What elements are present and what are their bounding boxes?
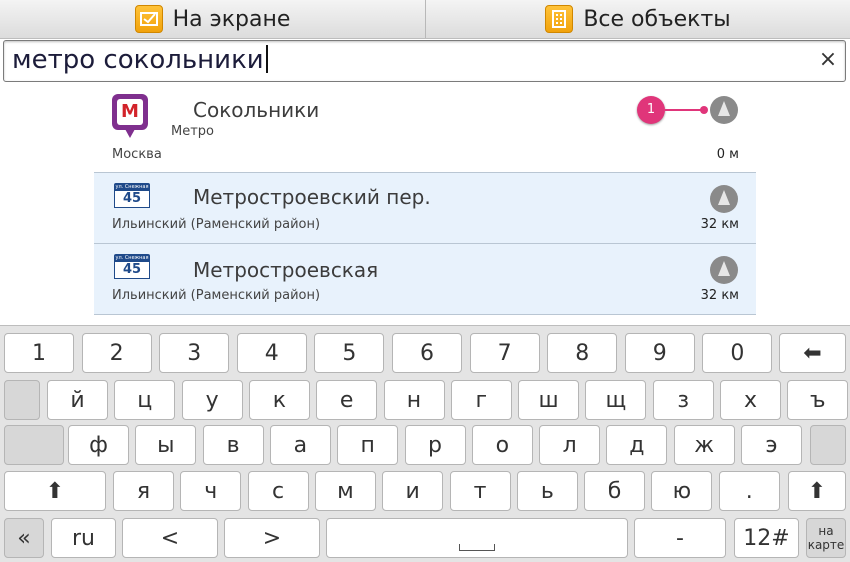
shift-key[interactable]: ⬆ [4,471,106,511]
key-0[interactable]: 0 [702,333,773,373]
on-map-line1: на [818,524,834,538]
key-л[interactable]: л [539,425,601,465]
key-г[interactable]: г [450,380,512,420]
key-2[interactable]: 2 [81,333,152,373]
key-3[interactable]: 3 [159,333,230,373]
key-ю[interactable]: ю [651,471,713,511]
dash-key[interactable]: - [634,518,726,558]
tab-on-screen-label: На экране [172,6,291,32]
key-5[interactable]: 5 [314,333,385,373]
key-ы[interactable]: ы [135,425,197,465]
key-к[interactable]: к [248,380,310,420]
key-6[interactable]: 6 [392,333,462,373]
key-д[interactable]: д [606,425,668,465]
envelope-check-icon [134,5,163,33]
key-spacer[interactable] [4,425,64,465]
key-ш[interactable]: ш [518,380,580,420]
tab-all-objects-label: Все объекты [583,6,731,32]
text-caret [265,45,268,73]
metro-icon: М [112,94,148,138]
key-о[interactable]: о [471,425,533,465]
key-spacer[interactable] [4,380,40,420]
key-б[interactable]: б [584,471,646,511]
callout-badge: 1 [637,96,665,124]
clear-icon[interactable]: × [817,49,839,71]
result-distance: 32 км [700,217,739,232]
on-map-line2: карте [807,538,845,552]
navigate-icon[interactable] [710,256,738,284]
key-з[interactable]: з [652,380,714,420]
callout-line [665,109,703,111]
key-т[interactable]: т [449,471,511,511]
street-sign-number: 45 [114,262,150,279]
navigate-icon[interactable] [710,185,738,213]
result-city: Ильинский (Раменский район) [112,288,321,303]
key-spacer[interactable] [810,425,846,465]
key-п[interactable]: п [337,425,399,465]
result-category: Метро [171,124,214,139]
key-ц[interactable]: ц [114,380,176,420]
street-sign-number: 45 [114,191,150,208]
key-и[interactable]: и [382,471,444,511]
cursor-right-key[interactable]: > [224,518,320,558]
key-е[interactable]: е [316,380,378,420]
result-city: Ильинский (Раменский район) [112,217,321,232]
on-screen-keyboard: 1 2 3 4 5 6 7 8 9 0 ⬅ й ц у к е н г ш щ з х ъ ф ы в а п р о л д ж э ⬆ я ч с м и… [0,325,850,562]
key-я[interactable]: я [113,471,174,511]
key-ф[interactable]: ф [68,425,129,465]
key-.[interactable]: . [718,471,780,511]
metro-letter: М [117,99,143,125]
key-э[interactable]: э [741,425,802,465]
backspace-key[interactable]: ⬅ [779,333,846,373]
list-item[interactable]: ул. Снежная 45 Метростроевская Ильинский… [94,244,756,315]
result-title: Метростроевская [193,258,379,282]
result-title: Сокольники [193,98,320,122]
navigate-icon[interactable] [710,96,738,124]
back-key[interactable]: « [4,518,44,558]
on-map-key[interactable]: на карте [806,518,846,558]
key-р[interactable]: р [404,425,466,465]
key-с[interactable]: с [247,471,309,511]
key-ч[interactable]: ч [180,471,242,511]
tab-on-screen[interactable]: На экране [0,0,426,38]
result-title: Метростроевский пер. [193,185,431,209]
result-city: Москва [112,147,162,162]
street-sign-name: ул. Снежная [114,254,150,262]
key-ь[interactable]: ь [516,471,578,511]
key-а[interactable]: а [269,425,331,465]
result-distance: 0 м [716,147,739,162]
tab-bar: На экране Все объекты [0,0,850,39]
search-input[interactable]: метро сокольники × [3,40,846,82]
list-item[interactable]: ул. Снежная 45 Метростроевский пер. Ильи… [94,173,756,244]
key-ж[interactable]: ж [673,425,735,465]
shift-key-right[interactable]: ⬆ [788,471,846,511]
key-н[interactable]: н [383,380,445,420]
language-key[interactable]: ru [51,518,116,558]
street-sign-icon: ул. Снежная 45 [114,254,150,280]
key-й[interactable]: й [47,380,108,420]
key-9[interactable]: 9 [624,333,695,373]
key-8[interactable]: 8 [547,333,618,373]
cursor-left-key[interactable]: < [122,518,218,558]
key-м[interactable]: м [314,471,376,511]
building-icon [545,5,574,33]
key-у[interactable]: у [181,380,243,420]
key-7[interactable]: 7 [469,333,540,373]
search-value: метро сокольники [12,45,264,75]
key-х[interactable]: х [720,380,781,420]
key-4[interactable]: 4 [236,333,307,373]
result-distance: 32 км [700,288,739,303]
key-ъ[interactable]: ъ [787,380,849,420]
tab-all-objects[interactable]: Все объекты [426,0,850,38]
symbols-key[interactable]: 12# [734,518,799,558]
key-щ[interactable]: щ [585,380,647,420]
key-1[interactable]: 1 [4,333,74,373]
space-icon [459,543,495,551]
street-sign-icon: ул. Снежная 45 [114,183,150,209]
street-sign-name: ул. Снежная [114,183,150,191]
space-key[interactable] [326,518,628,558]
callout-dot [700,106,708,114]
key-в[interactable]: в [202,425,264,465]
